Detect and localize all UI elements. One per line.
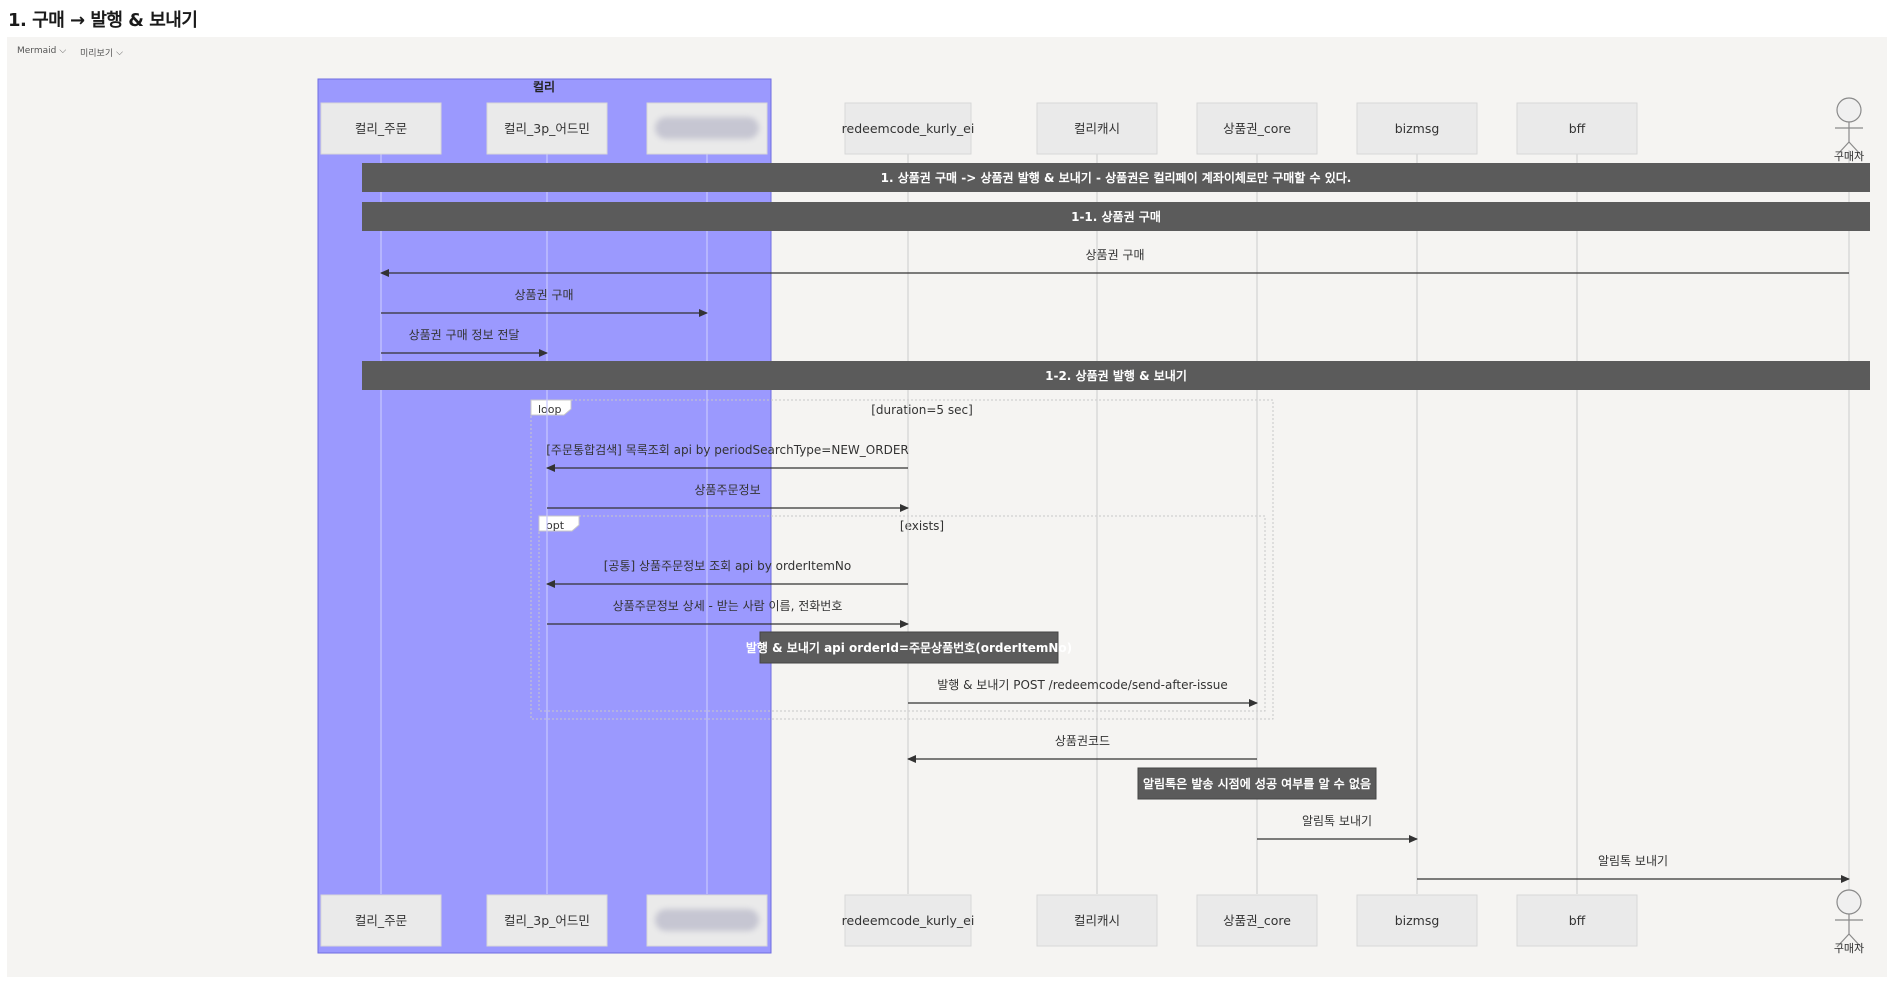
participant-label-bff: bff — [1569, 121, 1586, 136]
actor-buyer-bottom — [1835, 889, 1863, 948]
actor-label-buyer: 구매자 — [1834, 150, 1864, 163]
message-label-3: 상품권 구매 정보 전달 — [409, 328, 520, 342]
message-label-9: 상품권코드 — [1055, 734, 1110, 748]
message-label-4: [주문통합검색] 목록조회 api by periodSearchType=NE… — [546, 443, 908, 457]
message-label-6: [공통] 상품주문정보 조회 api by orderItemNo — [604, 559, 852, 573]
section-label-1: 1. 상품권 구매 -> 상품권 발행 & 보내기 - 상품권은 컬리페이 계좌… — [881, 170, 1352, 185]
participant-label-cash: 컬리캐시 — [1074, 121, 1120, 136]
participant-label-order: 컬리_주문 — [355, 121, 407, 136]
note-label-2: 알림톡은 발송 시점에 성공 여부를 알 수 없음 — [1143, 776, 1371, 791]
participant-label-redeem: redeemcode_kurly_ei — [842, 121, 975, 136]
message-label-10: 알림톡 보내기 — [1302, 814, 1372, 828]
participant-label-bizmsg: bizmsg — [1395, 121, 1440, 136]
participant-label-core: 상품권_core — [1223, 913, 1291, 928]
frame-loop-condition: [duration=5 sec] — [871, 403, 973, 417]
section-label-2: 1-1. 상품권 구매 — [1071, 209, 1161, 224]
actor-label-buyer: 구매자 — [1834, 942, 1864, 955]
participant-label-core: 상품권_core — [1223, 121, 1291, 136]
redacted-label-top — [655, 117, 759, 139]
message-label-8: 발행 & 보내기 POST /redeemcode/send-after-iss… — [937, 677, 1228, 692]
participant-label-order: 컬리_주문 — [355, 913, 407, 928]
group-label: 컬리 — [533, 79, 555, 94]
message-label-7: 상품주문정보 상세 - 받는 사람 이름, 전화번호 — [613, 599, 843, 613]
participant-label-bizmsg: bizmsg — [1395, 913, 1440, 928]
message-label-11: 알림톡 보내기 — [1598, 854, 1668, 868]
frame-loop-label: loop — [538, 403, 562, 416]
sequence-diagram: 컬리loop [duration=5 sec]opt [exists]컬리_주문컬리… — [317, 78, 1870, 955]
message-label-2: 상품권 구매 — [514, 288, 573, 302]
message-label-5: 상품주문정보 — [694, 483, 760, 497]
participant-label-bff: bff — [1569, 913, 1586, 928]
redacted-label-bottom — [655, 909, 759, 931]
participant-label-redeem: redeemcode_kurly_ei — [842, 913, 975, 928]
actor-buyer-top — [1835, 97, 1863, 156]
message-label-1: 상품권 구매 — [1085, 248, 1144, 262]
participant-label-admin3p: 컬리_3p_어드민 — [504, 121, 590, 136]
note-label-1: 발행 & 보내기 api orderId=주문상품번호(orderItemNo) — [746, 640, 1072, 655]
participant-label-admin3p: 컬리_3p_어드민 — [504, 913, 590, 928]
participant-label-cash: 컬리캐시 — [1074, 913, 1120, 928]
frame-opt-condition: [exists] — [900, 519, 944, 533]
frame-opt-label: opt — [546, 519, 565, 532]
section-label-3: 1-2. 상품권 발행 & 보내기 — [1045, 368, 1187, 383]
